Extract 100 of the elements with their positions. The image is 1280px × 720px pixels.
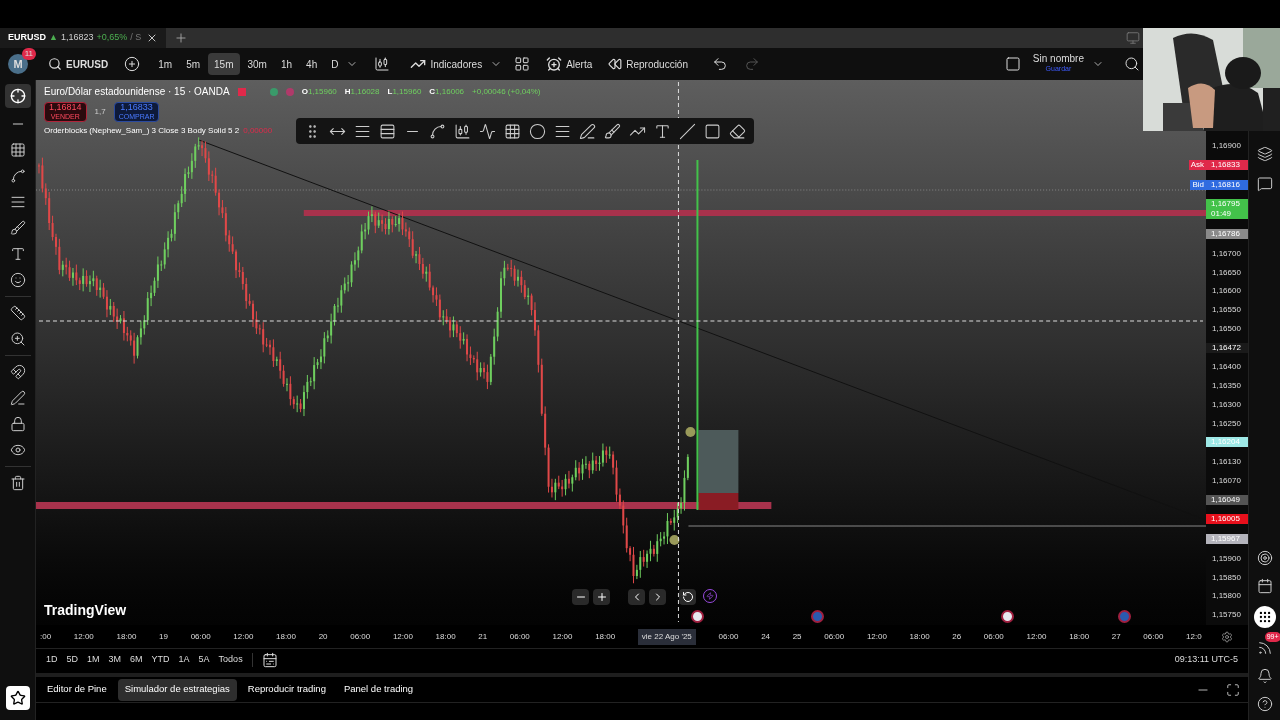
panel-tab[interactable]: Simulador de estrategias <box>117 678 237 701</box>
interval-button[interactable]: 1m <box>152 53 179 75</box>
range-button[interactable]: YTD <box>151 652 170 667</box>
interval-button[interactable]: 15m <box>208 53 240 75</box>
panel-tab[interactable]: Reproducir trading <box>240 678 333 701</box>
price-label: 1,16500 <box>1211 323 1242 333</box>
range-button[interactable]: Todos <box>218 652 243 667</box>
price-label: 1,16700 <box>1211 248 1242 258</box>
maximize-icon[interactable] <box>1226 682 1240 697</box>
target-icon[interactable] <box>1256 550 1273 566</box>
price-label: 1,16650 <box>1211 267 1242 277</box>
interval-button[interactable]: 5m <box>180 53 207 75</box>
calendar-icon[interactable] <box>1256 578 1273 594</box>
trash-icon[interactable] <box>9 475 26 491</box>
eye-icon[interactable] <box>9 442 26 458</box>
line-icon[interactable] <box>679 122 696 140</box>
panel-tab[interactable]: Editor de Pine <box>40 678 114 701</box>
price-label: 1,16300 <box>1211 399 1242 409</box>
interval-button[interactable]: 1h <box>274 53 299 75</box>
crosshair-button[interactable] <box>4 84 31 108</box>
smiley-icon[interactable] <box>9 272 26 288</box>
range-button[interactable]: 5A <box>198 652 210 667</box>
compare-icon[interactable] <box>124 56 141 72</box>
magnet-icon[interactable] <box>9 364 26 380</box>
alert-button[interactable]: Alerta <box>546 56 593 72</box>
reset-button[interactable] <box>679 589 696 605</box>
pattern-icon[interactable] <box>9 168 26 184</box>
price-tag-label: Ask <box>1188 159 1206 170</box>
price-tag: 1,16816 <box>1206 179 1248 190</box>
search-icon[interactable] <box>1124 56 1140 72</box>
apps-button[interactable] <box>1253 606 1276 628</box>
rows-icon[interactable] <box>379 122 396 140</box>
plus-icon <box>595 591 608 603</box>
eraser-icon[interactable] <box>729 122 746 140</box>
brush-icon[interactable] <box>9 220 26 236</box>
time-label: 18:00 <box>116 630 137 643</box>
range-button[interactable]: 6M <box>130 652 143 667</box>
rewind-icon <box>608 57 623 71</box>
text-icon[interactable] <box>9 246 26 262</box>
favorites-button[interactable] <box>5 686 30 710</box>
range-button[interactable]: 1A <box>178 652 190 667</box>
date-range-icon[interactable] <box>261 651 278 668</box>
time-label: 12:00 <box>552 630 573 643</box>
rectangle-icon[interactable] <box>704 122 721 140</box>
zoom-in-icon[interactable] <box>9 331 26 347</box>
symbol-tab[interactable]: EURUSD ▲ 1,16823 +0,65% / S <box>0 28 166 48</box>
interval-button[interactable]: 4h <box>300 53 324 75</box>
ruler-icon[interactable] <box>9 305 26 321</box>
templates-icon[interactable] <box>514 56 531 72</box>
interval-button[interactable]: 30m <box>241 53 273 75</box>
brush-icon[interactable] <box>604 122 621 140</box>
undo-icon[interactable] <box>712 56 728 72</box>
grid-icon[interactable] <box>504 122 521 140</box>
text-icon[interactable] <box>654 122 671 140</box>
ohlc-value: H1,16028 <box>344 85 380 98</box>
panel-tab[interactable]: Panel de trading <box>336 678 421 701</box>
replay-button[interactable]: Reproducción <box>608 56 688 72</box>
candles-icon[interactable] <box>454 122 471 140</box>
layers-icon[interactable] <box>1256 146 1273 162</box>
close-icon[interactable] <box>146 32 158 44</box>
indicators-button[interactable]: Indicadores <box>410 56 483 72</box>
pattern-icon[interactable] <box>429 122 446 140</box>
zoom-in-button[interactable] <box>593 589 610 605</box>
symbol-search[interactable]: EURUSD <box>48 56 109 72</box>
bell-icon[interactable] <box>1256 668 1273 684</box>
ohlc-change: +0,00046 (+0,04%) <box>472 85 541 98</box>
lightning-icon <box>703 589 717 603</box>
range-button[interactable]: 1M <box>87 652 100 667</box>
checkbox-icon[interactable] <box>1004 56 1021 72</box>
time-label: 18:00 <box>909 630 930 643</box>
candles-icon[interactable] <box>374 56 391 72</box>
scroll-right-button[interactable] <box>649 589 666 605</box>
add-tab-icon[interactable] <box>174 31 188 45</box>
feed-icon[interactable] <box>1256 640 1273 656</box>
chat-icon[interactable] <box>1256 176 1273 192</box>
scroll-left-button[interactable] <box>628 589 645 605</box>
interval-button[interactable]: D <box>325 53 345 75</box>
pen-icon[interactable] <box>579 122 596 140</box>
time-label: :00 <box>40 630 52 643</box>
range-button[interactable]: 5D <box>66 652 79 667</box>
grid-icon[interactable] <box>9 142 26 158</box>
lock-icon[interactable] <box>9 416 26 432</box>
tab-change: +0,65% <box>96 31 128 45</box>
time-label: 06:00 <box>824 630 845 643</box>
settings-icon[interactable] <box>1221 630 1233 643</box>
range-button[interactable]: 3M <box>108 652 122 667</box>
time-label: 18:00 <box>595 630 616 643</box>
ellipse-icon[interactable] <box>529 122 546 140</box>
alarm-clock-icon <box>546 56 563 72</box>
time-label: 12:0 <box>1186 630 1202 643</box>
lines-icon[interactable] <box>9 194 26 210</box>
help-icon[interactable] <box>1256 696 1273 712</box>
wave-icon[interactable] <box>479 122 496 140</box>
range-button[interactable]: 1D <box>46 652 58 667</box>
pencil-icon[interactable] <box>9 390 26 406</box>
time-label: 27 <box>1111 630 1121 643</box>
zoom-out-button[interactable] <box>572 589 589 605</box>
indicator-label: Orderblocks (Nephew_Sam_) 3 Close 3 Body Solid 5 2 <box>44 125 240 137</box>
time-label: 12:00 <box>1026 630 1047 643</box>
crosshair-date: vie 22 Ago '25 <box>637 628 696 645</box>
